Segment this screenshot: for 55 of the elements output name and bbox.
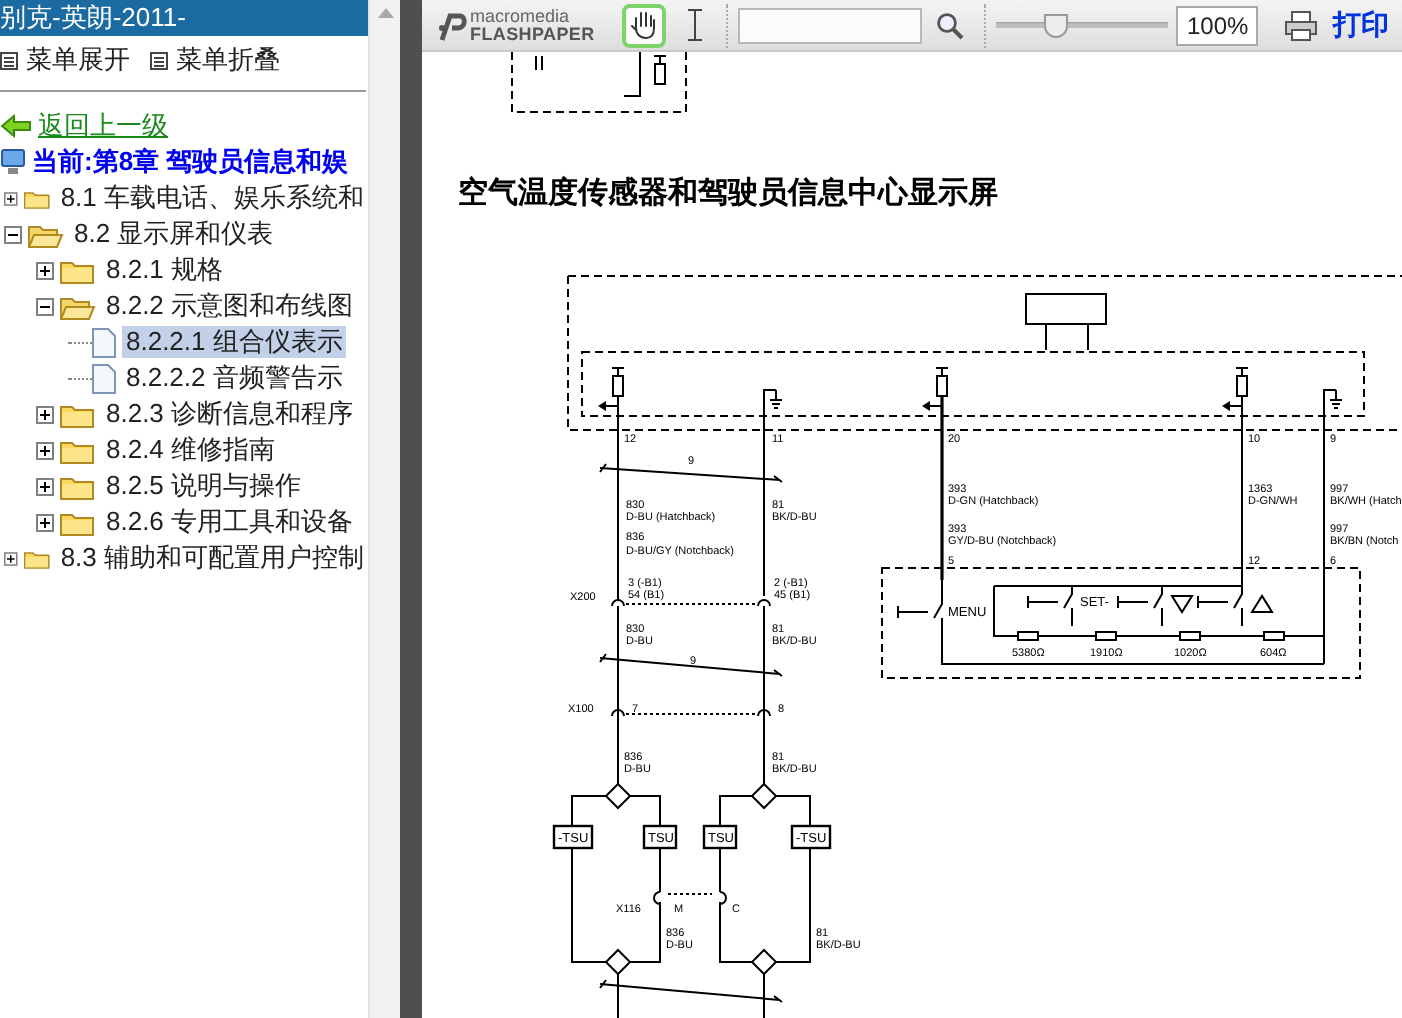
tree-item[interactable]: 8.2.5 说明与操作 (102, 470, 306, 502)
printer-icon (1284, 9, 1319, 41)
zoom-field[interactable]: 100% (1176, 5, 1259, 45)
back-link[interactable]: 返回上一级 (38, 106, 168, 146)
menu-button[interactable]: 菜单展开 (0, 40, 130, 80)
search-field[interactable] (738, 7, 923, 43)
folder-icon (60, 437, 96, 463)
search-button[interactable] (936, 9, 969, 41)
tree-item[interactable]: 8.2.6 专用工具和设备 (102, 506, 358, 538)
menu-button[interactable]: 菜单折叠 (150, 40, 280, 80)
folder-icon (60, 401, 96, 427)
tree-item[interactable]: 8.1 车载电话、娱乐系统和 (56, 182, 368, 214)
list-icon (0, 51, 18, 69)
hand-icon (630, 10, 659, 40)
left-arrow-icon (0, 114, 32, 138)
search-icon (936, 11, 965, 39)
expand-icon[interactable] (4, 549, 18, 567)
tree-item[interactable]: 8.2.1 规格 (102, 254, 228, 286)
monitor-icon (0, 148, 26, 176)
tree-item[interactable]: 8.2.2 示意图和布线图 (102, 290, 358, 322)
page-icon (92, 327, 116, 357)
folder-icon (60, 257, 96, 283)
expand-icon[interactable] (36, 513, 54, 531)
scrollbar[interactable] (368, 0, 400, 1018)
expand-icon[interactable] (36, 477, 54, 495)
tree-item[interactable]: 8.3 辅助和可配置用户控制 (56, 542, 368, 574)
folder-icon (60, 509, 96, 535)
collapse-icon[interactable] (4, 225, 22, 243)
print-button[interactable]: 打印 (1332, 4, 1389, 46)
expand-icon[interactable] (36, 441, 54, 459)
i-beam-icon (687, 8, 702, 42)
hand-tool-button[interactable] (622, 3, 667, 47)
tree-item[interactable]: 8.2.4 维修指南 (102, 434, 280, 466)
expand-icon[interactable] (36, 261, 54, 279)
logo-icon (436, 9, 468, 41)
open-folder-icon (28, 221, 64, 247)
logo-text: macromedia (470, 7, 572, 25)
page-icon (92, 363, 116, 393)
expand-icon[interactable] (36, 405, 54, 423)
slider-thumb[interactable] (1044, 13, 1069, 37)
text-select-button[interactable] (682, 5, 707, 45)
logo-text: FLASHPAPER (470, 25, 595, 43)
tree-item[interactable]: 8.2.2.1 组合仪表示 (122, 326, 347, 358)
tree-item[interactable]: 8.2.3 诊断信息和程序 (102, 398, 358, 430)
tree-item[interactable]: 8.2.2.2 音频警告示 (122, 362, 347, 394)
folder-icon (60, 473, 96, 499)
print-icon-button[interactable] (1284, 7, 1321, 43)
current-chapter: 当前:第8章 驾驶员信息和娱 (32, 144, 349, 181)
window-title: 别克-英朗-2011- (0, 0, 368, 36)
tree-item[interactable]: 8.2 显示屏和仪表 (70, 218, 278, 250)
open-folder-icon (60, 293, 96, 319)
list-icon (150, 51, 168, 69)
document-heading: 空气温度传感器和驾驶员信息中心显示屏 (458, 174, 998, 214)
expand-icon[interactable] (4, 189, 18, 207)
collapse-icon[interactable] (36, 297, 54, 315)
